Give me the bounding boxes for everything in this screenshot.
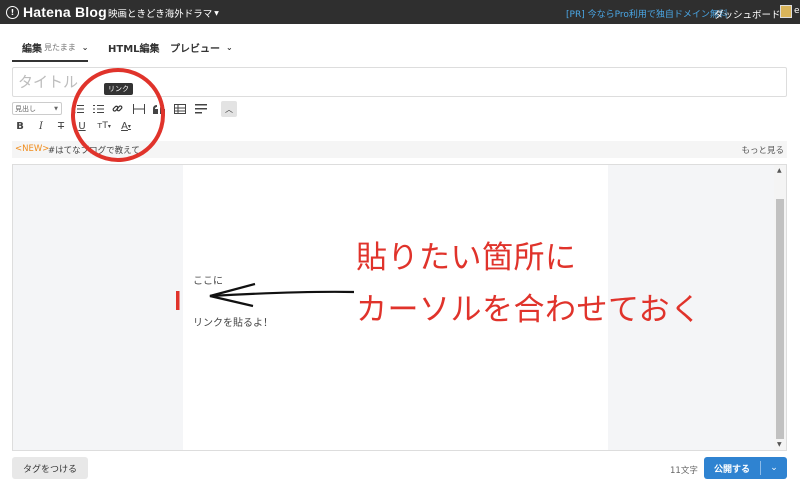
collapse-toolbar-button[interactable]: ︿ [221,101,237,117]
tab-preview[interactable]: プレビュー ⌄ [170,40,233,55]
top-bar: ! Hatena Blog 映画ときどき海外ドラマ ▼ [PR] 今ならPro利… [0,0,800,24]
annotation-text: カーソルを合わせておく [356,292,702,328]
publish-button[interactable]: 公開する [704,457,760,479]
blockquote-icon[interactable] [152,102,165,116]
tab-html-label: HTML編集 [108,44,160,55]
character-count: 11文字 [670,466,698,476]
publish-button-group: 公開する ⌄ [704,457,787,479]
brand-logo[interactable]: ! Hatena Blog [6,4,107,20]
unordered-list-icon[interactable] [72,102,84,116]
heading-select-value: 見出し [15,104,36,113]
chevron-down-icon: ⌄ [226,43,233,52]
active-tab-indicator [12,60,88,62]
user-avatar[interactable] [780,5,792,18]
underline-icon[interactable]: U [76,119,88,133]
font-size-icon[interactable]: тT ▾ [96,119,112,133]
blog-selector[interactable]: 映画ときどき海外ドラマ ▼ [108,6,219,20]
chevron-down-icon: ⌄ [81,43,89,52]
caret-down-icon: ▼ [214,9,219,17]
user-name[interactable]: e [794,6,800,16]
see-more-link[interactable]: もっと見る [741,144,784,156]
body-text-line: ここに [193,276,223,287]
tab-edit-sub-label: 見たまま [44,43,76,52]
scroll-up-icon[interactable]: ▲ [777,167,782,174]
annotation-text: 貼りたい箇所に [356,240,577,276]
info-message[interactable]: #はてなブログで教えて [48,144,140,156]
hatena-logo-icon: ! [6,5,19,19]
horizontal-rule-icon[interactable] [132,102,145,116]
pr-link[interactable]: [PR] 今ならPro利用で独自ドメイン無料 [566,7,728,20]
heading-select[interactable]: 見出し ▼ [12,102,62,115]
tab-preview-label: プレビュー [170,44,220,55]
strikethrough-icon[interactable]: T [55,119,67,133]
dashboard-link[interactable]: ダッシュボード [714,7,781,21]
more-icon[interactable] [194,102,207,116]
tab-edit[interactable]: 編集 見たまま ⌄ [22,40,88,55]
editor-mode-tabs: 編集 見たまま ⌄ HTML編集 プレビュー ⌄ [0,24,800,62]
font-color-icon[interactable]: A ▾ [118,119,134,133]
scroll-down-icon[interactable]: ▼ [777,441,782,448]
italic-icon[interactable]: I [35,119,47,133]
blog-name: 映画ときどき海外ドラマ [108,9,213,20]
add-tag-button[interactable]: タグをつける [12,457,88,479]
ordered-list-icon[interactable] [92,102,104,116]
caret-down-icon: ▼ [54,105,58,112]
new-badge: <NEW> [15,144,50,154]
body-text-line: リンクを貼るよ！ [193,318,273,329]
link-icon[interactable] [111,101,124,115]
link-tooltip: リンク [104,83,133,95]
brand-name: Hatena Blog [23,4,107,20]
tab-edit-label: 編集 [22,44,42,55]
editor-scrollbar[interactable]: ▲ ▼ [774,165,786,450]
chevron-up-icon: ︿ [225,104,233,114]
info-bar: <NEW> #はてなブログで教えて もっと見る [12,141,787,158]
table-icon[interactable] [173,102,186,116]
scrollbar-thumb[interactable] [776,199,784,439]
tab-html-edit[interactable]: HTML編集 [108,40,160,55]
publish-options-chevron-icon[interactable]: ⌄ [761,457,787,479]
bold-icon[interactable]: B [14,119,26,133]
